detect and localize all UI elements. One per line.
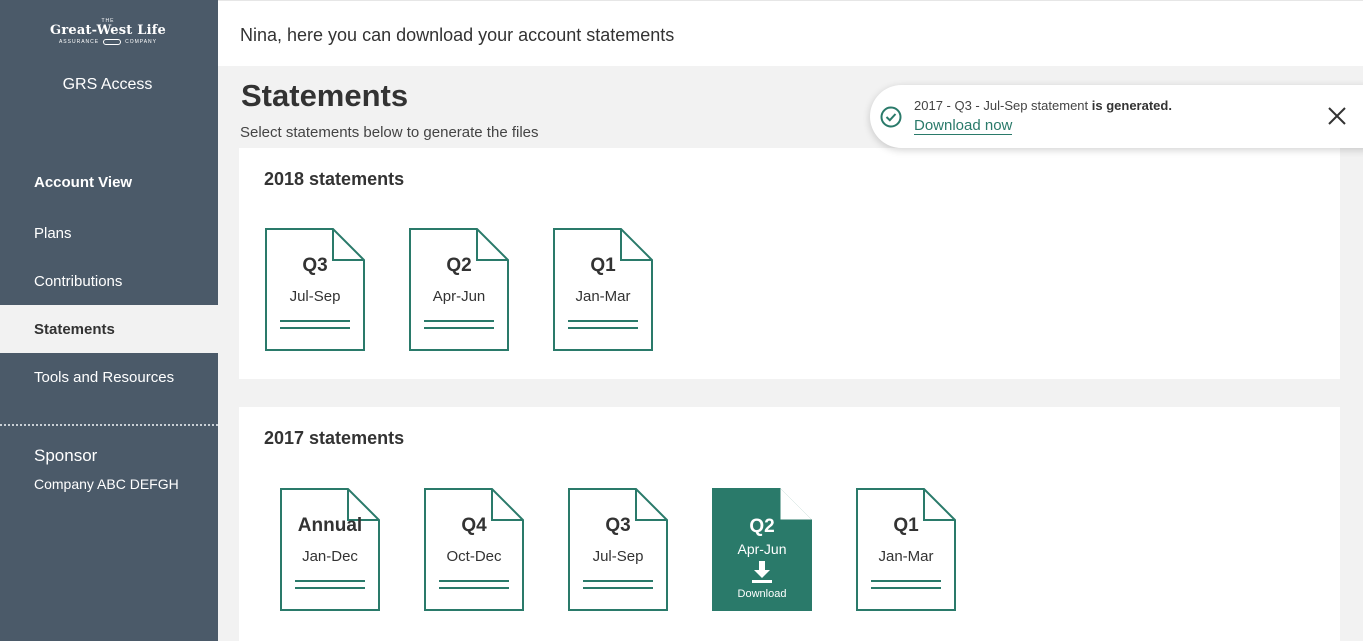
download-arrow-icon [752,561,772,583]
top-bar: Nina, here you can download your account… [218,0,1363,66]
card-quarter: Q3 [302,255,328,276]
download-now-link[interactable]: Download now [914,117,1013,135]
statement-card-2018-q2[interactable]: Q2 Apr-Jun [409,228,509,351]
card-range: Jul-Sep [592,548,644,565]
sidebar-item-contributions[interactable]: Contributions [0,257,218,305]
statement-card-2017-annual[interactable]: Annual Jan-Dec [280,488,380,611]
card-range: Jan-Mar [575,288,631,305]
sidebar-item-tools-and-resources[interactable]: Tools and Resources [0,353,218,401]
great-west-life-logo[interactable]: THE Great-West Life ASSURANCE COMPANY [32,18,184,46]
card-quarter: Q1 [893,515,919,536]
sidebar: THE Great-West Life ASSURANCE COMPANY GR… [0,0,218,641]
card-range: Oct-Dec [446,548,502,565]
greeting-text: Nina, here you can download your account… [240,25,675,45]
card-range: Apr-Jun [432,288,486,305]
close-icon[interactable] [1327,106,1347,126]
card-range: Jul-Sep [289,288,341,305]
card-range: Apr-Jun [737,541,787,557]
sidebar-item-account-view[interactable]: Account View [0,158,218,206]
card-quarter: Q3 [605,515,631,536]
statement-card-2017-q4[interactable]: Q4 Oct-Dec [424,488,524,611]
generated-toast: 2017 - Q3 - Jul-Sep statement is generat… [870,85,1363,148]
page-title: Statements [241,78,409,113]
toast-message: 2017 - Q3 - Jul-Sep statement is generat… [914,98,1172,113]
card-quarter: Q4 [461,515,487,536]
card-quarter: Q2 [749,516,775,537]
card-quarter: Q2 [446,255,472,276]
statement-card-2018-q3[interactable]: Q3 Jul-Sep [265,228,365,351]
statement-card-2017-q2-download[interactable]: Q2 Apr-Jun Download [712,488,812,611]
statements-2017-panel: 2017 statements Annual Jan-Dec Q4 Oct-De… [239,407,1340,641]
section-title: 2017 statements [264,428,405,448]
card-quarter: Q1 [590,255,616,276]
statement-card-2017-q1[interactable]: Q1 Jan-Mar [856,488,956,611]
sponsor-title: Sponsor [34,446,98,465]
app-name: GRS Access [62,76,153,93]
sidebar-divider [0,424,218,426]
sponsor-company: Company ABC DEFGH [34,476,179,492]
statement-card-2017-q3[interactable]: Q3 Jul-Sep [568,488,668,611]
section-title: 2018 statements [264,169,405,189]
statement-card-2018-q1[interactable]: Q1 Jan-Mar [553,228,653,351]
card-range: Jan-Dec [302,548,358,565]
key-icon [103,39,122,45]
sidebar-item-plans[interactable]: Plans [0,209,218,257]
card-range: Jan-Mar [878,548,934,565]
statements-2018-panel: 2018 statements Q3 Jul-Sep Q2 Apr-Jun Q1… [239,148,1340,379]
sidebar-item-statements[interactable]: Statements [0,305,218,353]
download-label: Download [737,588,787,600]
card-quarter: Annual [297,515,363,536]
check-circle-icon [880,106,902,128]
page-subtitle: Select statements below to generate the … [240,124,539,141]
